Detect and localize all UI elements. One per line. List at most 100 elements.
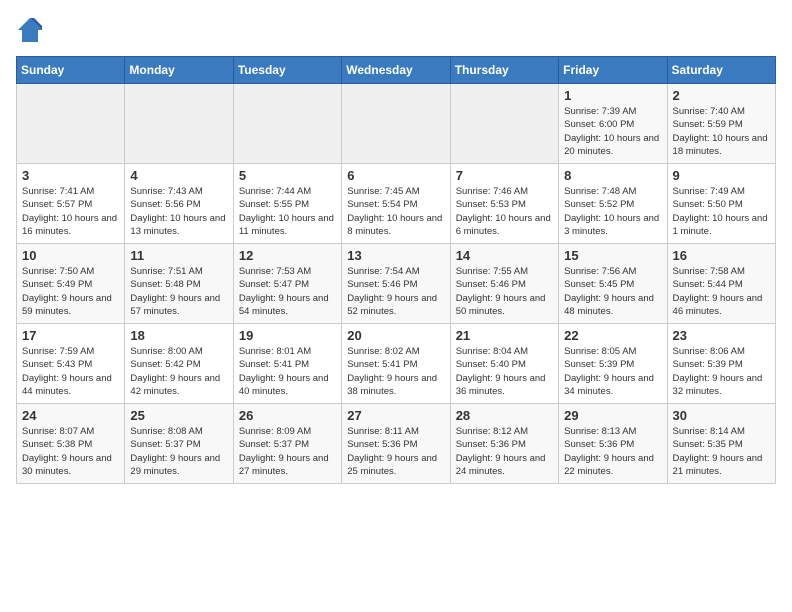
day-number: 23 [673, 328, 770, 343]
day-info: Sunrise: 7:58 AM Sunset: 5:44 PM Dayligh… [673, 265, 770, 318]
page-header [16, 16, 776, 44]
header-row: SundayMondayTuesdayWednesdayThursdayFrid… [17, 57, 776, 84]
day-info: Sunrise: 8:02 AM Sunset: 5:41 PM Dayligh… [347, 345, 444, 398]
day-info: Sunrise: 8:08 AM Sunset: 5:37 PM Dayligh… [130, 425, 227, 478]
day-cell: 16 Sunrise: 7:58 AM Sunset: 5:44 PM Dayli… [667, 244, 775, 324]
week-row-4: 17 Sunrise: 7:59 AM Sunset: 5:43 PM Dayli… [17, 324, 776, 404]
day-number: 12 [239, 248, 336, 263]
day-cell: 27 Sunrise: 8:11 AM Sunset: 5:36 PM Dayli… [342, 404, 450, 484]
header-cell-monday: Monday [125, 57, 233, 84]
day-cell: 17 Sunrise: 7:59 AM Sunset: 5:43 PM Dayli… [17, 324, 125, 404]
day-number: 17 [22, 328, 119, 343]
day-number: 18 [130, 328, 227, 343]
day-info: Sunrise: 8:01 AM Sunset: 5:41 PM Dayligh… [239, 345, 336, 398]
day-info: Sunrise: 8:05 AM Sunset: 5:39 PM Dayligh… [564, 345, 661, 398]
header-cell-friday: Friday [559, 57, 667, 84]
day-cell: 25 Sunrise: 8:08 AM Sunset: 5:37 PM Dayli… [125, 404, 233, 484]
header-cell-sunday: Sunday [17, 57, 125, 84]
day-number: 29 [564, 408, 661, 423]
day-number: 14 [456, 248, 553, 263]
day-number: 8 [564, 168, 661, 183]
day-info: Sunrise: 7:53 AM Sunset: 5:47 PM Dayligh… [239, 265, 336, 318]
day-info: Sunrise: 7:56 AM Sunset: 5:45 PM Dayligh… [564, 265, 661, 318]
header-cell-wednesday: Wednesday [342, 57, 450, 84]
day-cell: 1 Sunrise: 7:39 AM Sunset: 6:00 PM Daylig… [559, 84, 667, 164]
day-cell: 23 Sunrise: 8:06 AM Sunset: 5:39 PM Dayli… [667, 324, 775, 404]
day-info: Sunrise: 7:39 AM Sunset: 6:00 PM Dayligh… [564, 105, 661, 158]
day-info: Sunrise: 7:40 AM Sunset: 5:59 PM Dayligh… [673, 105, 770, 158]
day-info: Sunrise: 7:48 AM Sunset: 5:52 PM Dayligh… [564, 185, 661, 238]
day-cell: 26 Sunrise: 8:09 AM Sunset: 5:37 PM Dayli… [233, 404, 341, 484]
logo [16, 16, 48, 44]
day-number: 24 [22, 408, 119, 423]
day-info: Sunrise: 8:09 AM Sunset: 5:37 PM Dayligh… [239, 425, 336, 478]
day-info: Sunrise: 7:55 AM Sunset: 5:46 PM Dayligh… [456, 265, 553, 318]
day-number: 25 [130, 408, 227, 423]
day-info: Sunrise: 7:41 AM Sunset: 5:57 PM Dayligh… [22, 185, 119, 238]
day-number: 19 [239, 328, 336, 343]
day-cell: 9Sunrise: 7:49 AM Sunset: 5:50 PM Daylig… [667, 164, 775, 244]
day-cell [450, 84, 558, 164]
day-cell: 28 Sunrise: 8:12 AM Sunset: 5:36 PM Dayli… [450, 404, 558, 484]
day-cell: 24 Sunrise: 8:07 AM Sunset: 5:38 PM Dayli… [17, 404, 125, 484]
day-cell: 14 Sunrise: 7:55 AM Sunset: 5:46 PM Dayli… [450, 244, 558, 324]
day-info: Sunrise: 7:43 AM Sunset: 5:56 PM Dayligh… [130, 185, 227, 238]
logo-icon [16, 16, 44, 44]
day-info: Sunrise: 8:14 AM Sunset: 5:35 PM Dayligh… [673, 425, 770, 478]
day-number: 28 [456, 408, 553, 423]
week-row-1: 1 Sunrise: 7:39 AM Sunset: 6:00 PM Daylig… [17, 84, 776, 164]
day-cell: 18 Sunrise: 8:00 AM Sunset: 5:42 PM Dayli… [125, 324, 233, 404]
day-info: Sunrise: 7:51 AM Sunset: 5:48 PM Dayligh… [130, 265, 227, 318]
day-cell: 19 Sunrise: 8:01 AM Sunset: 5:41 PM Dayli… [233, 324, 341, 404]
calendar-table: SundayMondayTuesdayWednesdayThursdayFrid… [16, 56, 776, 484]
day-info: Sunrise: 8:06 AM Sunset: 5:39 PM Dayligh… [673, 345, 770, 398]
day-number: 10 [22, 248, 119, 263]
day-cell: 21Sunrise: 8:04 AM Sunset: 5:40 PM Dayli… [450, 324, 558, 404]
day-number: 27 [347, 408, 444, 423]
day-info: Sunrise: 8:11 AM Sunset: 5:36 PM Dayligh… [347, 425, 444, 478]
day-cell: 6Sunrise: 7:45 AM Sunset: 5:54 PM Daylig… [342, 164, 450, 244]
day-info: Sunrise: 7:45 AM Sunset: 5:54 PM Dayligh… [347, 185, 444, 238]
week-row-2: 3 Sunrise: 7:41 AM Sunset: 5:57 PM Daylig… [17, 164, 776, 244]
day-info: Sunrise: 8:13 AM Sunset: 5:36 PM Dayligh… [564, 425, 661, 478]
day-info: Sunrise: 7:44 AM Sunset: 5:55 PM Dayligh… [239, 185, 336, 238]
day-cell: 12 Sunrise: 7:53 AM Sunset: 5:47 PM Dayli… [233, 244, 341, 324]
day-cell: 20 Sunrise: 8:02 AM Sunset: 5:41 PM Dayli… [342, 324, 450, 404]
day-number: 30 [673, 408, 770, 423]
day-cell [233, 84, 341, 164]
day-cell: 2Sunrise: 7:40 AM Sunset: 5:59 PM Daylig… [667, 84, 775, 164]
day-cell [125, 84, 233, 164]
day-number: 3 [22, 168, 119, 183]
day-number: 26 [239, 408, 336, 423]
day-info: Sunrise: 7:46 AM Sunset: 5:53 PM Dayligh… [456, 185, 553, 238]
day-number: 1 [564, 88, 661, 103]
day-info: Sunrise: 8:00 AM Sunset: 5:42 PM Dayligh… [130, 345, 227, 398]
day-cell: 3 Sunrise: 7:41 AM Sunset: 5:57 PM Daylig… [17, 164, 125, 244]
day-cell: 10 Sunrise: 7:50 AM Sunset: 5:49 PM Dayli… [17, 244, 125, 324]
day-number: 7 [456, 168, 553, 183]
week-row-5: 24 Sunrise: 8:07 AM Sunset: 5:38 PM Dayli… [17, 404, 776, 484]
day-cell: 8 Sunrise: 7:48 AM Sunset: 5:52 PM Daylig… [559, 164, 667, 244]
header-cell-saturday: Saturday [667, 57, 775, 84]
day-cell: 4 Sunrise: 7:43 AM Sunset: 5:56 PM Daylig… [125, 164, 233, 244]
day-number: 11 [130, 248, 227, 263]
day-info: Sunrise: 7:59 AM Sunset: 5:43 PM Dayligh… [22, 345, 119, 398]
day-cell [17, 84, 125, 164]
day-number: 15 [564, 248, 661, 263]
day-info: Sunrise: 7:50 AM Sunset: 5:49 PM Dayligh… [22, 265, 119, 318]
day-number: 4 [130, 168, 227, 183]
day-cell: 22 Sunrise: 8:05 AM Sunset: 5:39 PM Dayli… [559, 324, 667, 404]
day-cell: 11 Sunrise: 7:51 AM Sunset: 5:48 PM Dayli… [125, 244, 233, 324]
day-number: 22 [564, 328, 661, 343]
day-cell: 29 Sunrise: 8:13 AM Sunset: 5:36 PM Dayli… [559, 404, 667, 484]
day-info: Sunrise: 8:04 AM Sunset: 5:40 PM Dayligh… [456, 345, 553, 398]
day-info: Sunrise: 8:12 AM Sunset: 5:36 PM Dayligh… [456, 425, 553, 478]
day-info: Sunrise: 8:07 AM Sunset: 5:38 PM Dayligh… [22, 425, 119, 478]
header-cell-tuesday: Tuesday [233, 57, 341, 84]
day-cell: 13Sunrise: 7:54 AM Sunset: 5:46 PM Dayli… [342, 244, 450, 324]
day-number: 13 [347, 248, 444, 263]
day-number: 20 [347, 328, 444, 343]
day-cell: 7 Sunrise: 7:46 AM Sunset: 5:53 PM Daylig… [450, 164, 558, 244]
day-number: 5 [239, 168, 336, 183]
day-number: 16 [673, 248, 770, 263]
